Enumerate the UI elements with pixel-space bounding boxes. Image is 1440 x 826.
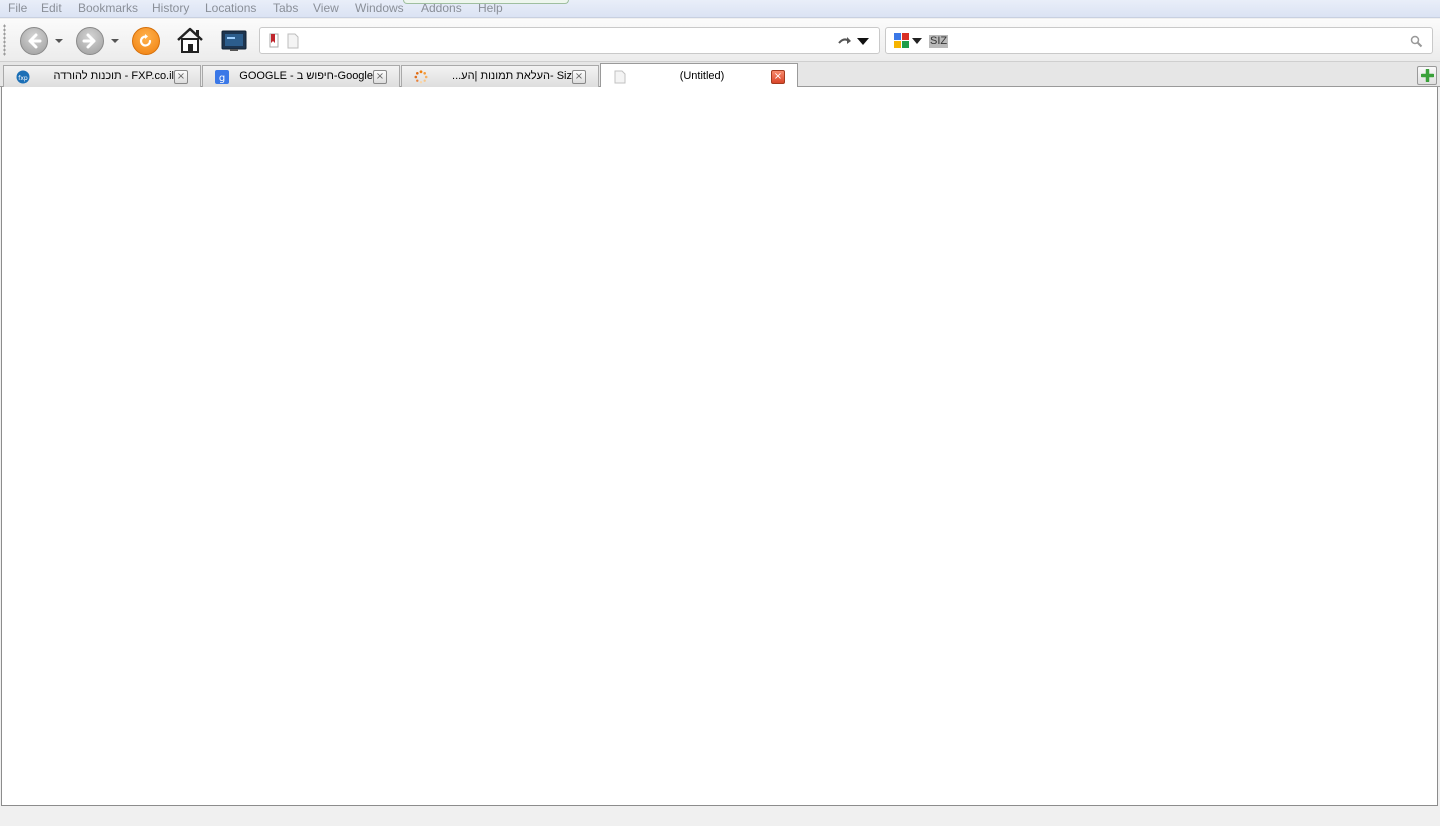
menu-windows[interactable]: Windows xyxy=(355,1,404,15)
tab-google[interactable]: g Google-חיפוש ב - GOOGLE × xyxy=(202,65,400,87)
window-notch xyxy=(403,0,569,4)
reload-icon xyxy=(139,34,152,47)
close-tab-button[interactable]: × xyxy=(572,70,586,84)
page-icon xyxy=(287,33,299,49)
forward-arrow-icon xyxy=(82,33,96,49)
fxp-icon: fxp xyxy=(16,70,30,84)
address-input[interactable] xyxy=(304,32,824,50)
plus-icon xyxy=(1421,69,1434,82)
menu-edit[interactable]: Edit xyxy=(41,1,62,15)
screen-icon[interactable] xyxy=(221,30,247,52)
tab-title: FXP.co.il - תוכנות להורדה xyxy=(53,70,174,82)
forward-history-dropdown-icon[interactable] xyxy=(111,39,119,43)
menu-bookmarks[interactable]: Bookmarks xyxy=(78,1,138,15)
page-content[interactable] xyxy=(1,87,1438,806)
menu-history[interactable]: History xyxy=(152,1,189,15)
tab-title: Google-חיפוש ב - GOOGLE xyxy=(239,70,373,82)
menu-view[interactable]: View xyxy=(313,1,339,15)
spinner-icon xyxy=(414,70,428,84)
search-engine-dropdown-icon[interactable] xyxy=(912,37,922,45)
menu-locations[interactable]: Locations xyxy=(205,1,256,15)
close-tab-button[interactable]: × xyxy=(373,70,387,84)
stop-reload-button[interactable] xyxy=(132,27,160,55)
google-icon[interactable] xyxy=(893,32,911,50)
back-button[interactable] xyxy=(20,27,48,55)
search-bar: SIZ xyxy=(885,27,1433,54)
svg-text:fxp: fxp xyxy=(18,75,28,82)
menu-tabs[interactable]: Tabs xyxy=(273,1,298,15)
page-icon xyxy=(614,70,626,84)
tab-untitled[interactable]: (Untitled) × xyxy=(600,63,798,88)
tab-fxp[interactable]: fxp FXP.co.il - תוכנות להורדה × xyxy=(3,65,201,87)
search-icon[interactable] xyxy=(1410,35,1423,48)
go-arrow-icon[interactable] xyxy=(837,34,853,48)
bookmark-icon[interactable] xyxy=(268,33,282,49)
close-tab-button[interactable]: × xyxy=(174,70,188,84)
back-history-dropdown-icon[interactable] xyxy=(55,39,63,43)
close-tab-button[interactable]: × xyxy=(771,70,785,84)
search-input[interactable]: SIZ xyxy=(929,35,949,48)
home-icon[interactable] xyxy=(175,26,205,54)
tab-title: (Untitled) xyxy=(679,70,725,82)
tab-title: Siz -העלאת תמונות |הע... xyxy=(452,70,572,82)
address-bar xyxy=(259,27,880,54)
menu-bar: File Edit Bookmarks History Locations Ta… xyxy=(0,0,1440,18)
google-icon: g xyxy=(215,70,229,84)
tab-bar: fxp FXP.co.il - תוכנות להורדה × g Google… xyxy=(0,62,1440,88)
svg-text:g: g xyxy=(219,73,225,84)
new-tab-button[interactable] xyxy=(1417,66,1437,85)
navigation-toolbar: SIZ xyxy=(0,19,1440,62)
url-history-dropdown-icon[interactable] xyxy=(856,36,870,46)
tab-siz[interactable]: Siz -העלאת תמונות |הע... × xyxy=(401,65,599,87)
menu-file[interactable]: File xyxy=(8,1,27,15)
back-arrow-icon xyxy=(28,33,42,49)
toolbar-grip[interactable] xyxy=(3,24,6,56)
forward-button[interactable] xyxy=(76,27,104,55)
